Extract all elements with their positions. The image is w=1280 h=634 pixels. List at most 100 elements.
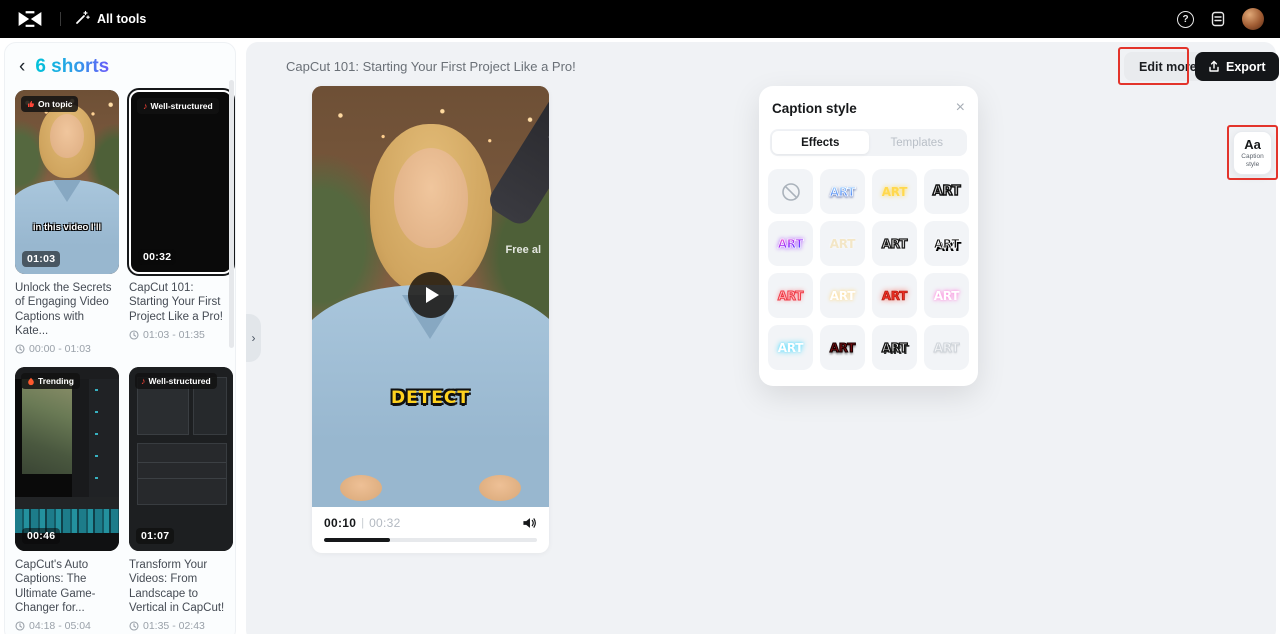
badge-trending: Trending bbox=[21, 373, 80, 389]
person-collar bbox=[53, 180, 81, 202]
apps-icon[interactable] bbox=[1210, 11, 1226, 27]
shorts-grid: On topic in this video I'll 01:03 Unlock… bbox=[5, 88, 235, 634]
topbar: All tools ? bbox=[0, 0, 1280, 38]
short-thumbnail-4[interactable]: ♪ Well-structured 01:07 bbox=[129, 367, 233, 551]
caption-style-button-label: Caption style bbox=[1241, 152, 1264, 168]
short-time-range: 01:35 - 02:43 bbox=[129, 620, 233, 632]
badge-on-topic: On topic bbox=[21, 96, 79, 112]
tab-templates[interactable]: Templates bbox=[869, 131, 966, 154]
style-tile-blue-gradient[interactable]: ART bbox=[820, 169, 865, 214]
short-title: CapCut's Auto Captions: The Ultimate Gam… bbox=[15, 559, 96, 614]
caption-overlay-text: DETECT bbox=[390, 388, 470, 408]
badge-well-structured: ♪ Well-structured bbox=[135, 373, 217, 389]
video-player-card: RØDE Free al DETECT 00:10 | 00:32 bbox=[312, 86, 549, 553]
topbar-right: ? bbox=[1177, 8, 1264, 30]
topbar-divider bbox=[60, 12, 61, 26]
capcut-logo-icon[interactable] bbox=[16, 8, 46, 30]
music-note-icon: ♪ bbox=[143, 100, 148, 111]
clock-icon bbox=[129, 330, 139, 340]
duration-label: 00:46 bbox=[22, 528, 61, 544]
player-controls: 00:10 | 00:32 bbox=[312, 507, 549, 553]
user-avatar[interactable] bbox=[1242, 8, 1264, 30]
thumbs-up-icon bbox=[28, 101, 34, 107]
all-tools-menu[interactable]: All tools bbox=[75, 10, 146, 28]
play-button[interactable] bbox=[407, 272, 454, 318]
style-tile-pink-glow[interactable]: ART bbox=[924, 273, 969, 318]
clock-icon bbox=[129, 621, 139, 631]
short-time-range: 04:18 - 05:04 bbox=[15, 620, 119, 632]
editor-preview bbox=[22, 379, 72, 474]
style-tile-black-white-stroke[interactable]: ART bbox=[924, 221, 969, 266]
music-note-icon: ♪ bbox=[141, 375, 146, 386]
total-time: 00:32 bbox=[369, 516, 401, 530]
thumbnail-caption: in this video I'll bbox=[32, 222, 102, 233]
short-title: Unlock the Secrets of Engaging Video Cap… bbox=[15, 282, 112, 337]
style-tile-white-black-outline[interactable]: ART bbox=[872, 221, 917, 266]
volume-icon[interactable] bbox=[522, 516, 537, 530]
shorts-sidebar: ‹ 6 shorts On topic in this video I'll 0… bbox=[4, 42, 236, 634]
none-slash-icon bbox=[781, 182, 800, 201]
person-face bbox=[50, 114, 84, 158]
person-face bbox=[394, 148, 468, 248]
tab-effects[interactable]: Effects bbox=[772, 131, 869, 154]
style-tile-light-gray[interactable]: ART bbox=[924, 325, 969, 370]
clock-icon bbox=[15, 344, 25, 354]
badge-well-structured: ♪ Well-structured bbox=[137, 98, 219, 114]
aa-icon: Aa bbox=[1244, 136, 1261, 152]
flame-icon bbox=[28, 377, 34, 385]
style-tile-red-glow[interactable]: ART bbox=[872, 273, 917, 318]
sidebar-header: ‹ 6 shorts bbox=[5, 43, 235, 88]
caption-panel-title: Caption style bbox=[772, 100, 857, 116]
short-title: CapCut 101: Starting Your First Project … bbox=[129, 282, 223, 323]
style-tile-dark-red[interactable]: ART bbox=[820, 325, 865, 370]
short-title: Transform Your Videos: From Landscape to… bbox=[129, 559, 225, 614]
progress-bar[interactable] bbox=[324, 538, 537, 542]
mic-brand-label: RØDE bbox=[545, 127, 549, 161]
current-time: 00:10 bbox=[324, 516, 357, 530]
style-tile-cream-glow[interactable]: ART bbox=[820, 273, 865, 318]
short-time-range: 01:03 - 01:35 bbox=[129, 329, 233, 341]
sidebar-collapse-handle[interactable]: › bbox=[246, 314, 261, 362]
short-card-2[interactable]: ♪ Well-structured 00:32 CapCut 101: Star… bbox=[127, 88, 235, 355]
export-label: Export bbox=[1226, 59, 1266, 74]
duration-label: 01:03 bbox=[22, 251, 61, 267]
short-thumbnail-1[interactable]: On topic in this video I'll 01:03 bbox=[15, 90, 119, 274]
video-overlay-text: Free al bbox=[505, 244, 541, 256]
close-icon[interactable]: × bbox=[956, 100, 965, 116]
time-separator: | bbox=[361, 517, 365, 529]
play-icon bbox=[426, 287, 439, 303]
short-card-3[interactable]: Trending 00:46 CapCut's Auto Captions: T… bbox=[15, 367, 119, 632]
project-title: CapCut 101: Starting Your First Project … bbox=[286, 59, 576, 74]
progress-fill bbox=[324, 538, 391, 542]
short-time-range: 00:00 - 01:03 bbox=[15, 343, 119, 355]
all-tools-label: All tools bbox=[97, 12, 147, 26]
short-thumbnail-2-selected[interactable]: ♪ Well-structured 00:32 bbox=[127, 88, 235, 276]
export-icon bbox=[1209, 60, 1219, 72]
export-button[interactable]: Export bbox=[1195, 52, 1279, 81]
style-tile-cream[interactable]: ART bbox=[820, 221, 865, 266]
sidebar-scrollbar[interactable] bbox=[229, 80, 234, 348]
back-button[interactable]: ‹ bbox=[19, 57, 25, 76]
style-tile-purple-gradient[interactable]: ART bbox=[768, 221, 813, 266]
magic-wand-icon bbox=[75, 10, 90, 28]
duration-label: 01:07 bbox=[136, 528, 175, 544]
short-card-1[interactable]: On topic in this video I'll 01:03 Unlock… bbox=[15, 90, 119, 355]
shorts-count-title: 6 shorts bbox=[35, 56, 110, 77]
caption-style-grid: ART ART ART ART ART ART ART ART ART ART … bbox=[768, 169, 969, 370]
style-tile-none[interactable] bbox=[768, 169, 813, 214]
style-tile-bold-black-outline[interactable]: ART bbox=[924, 169, 969, 214]
duration-label: 00:32 bbox=[138, 249, 177, 265]
short-thumbnail-3[interactable]: Trending 00:46 bbox=[15, 367, 119, 551]
caption-style-panel: Caption style × Effects Templates ART AR… bbox=[759, 86, 978, 386]
style-tile-yellow-glow[interactable]: ART bbox=[872, 169, 917, 214]
style-tile-cyan-glow[interactable]: ART bbox=[768, 325, 813, 370]
caption-style-button[interactable]: Aa Caption style bbox=[1233, 131, 1272, 175]
video-preview[interactable]: RØDE Free al DETECT bbox=[312, 86, 549, 507]
clock-icon bbox=[15, 621, 25, 631]
style-tile-outline-shadow[interactable]: ART bbox=[872, 325, 917, 370]
caption-panel-tabs: Effects Templates bbox=[770, 129, 967, 156]
short-card-4[interactable]: ♪ Well-structured 01:07 Transform Your V… bbox=[129, 367, 233, 632]
help-icon[interactable]: ? bbox=[1177, 10, 1194, 28]
editor-panel bbox=[89, 379, 119, 504]
style-tile-red-pink-glow[interactable]: ART bbox=[768, 273, 813, 318]
